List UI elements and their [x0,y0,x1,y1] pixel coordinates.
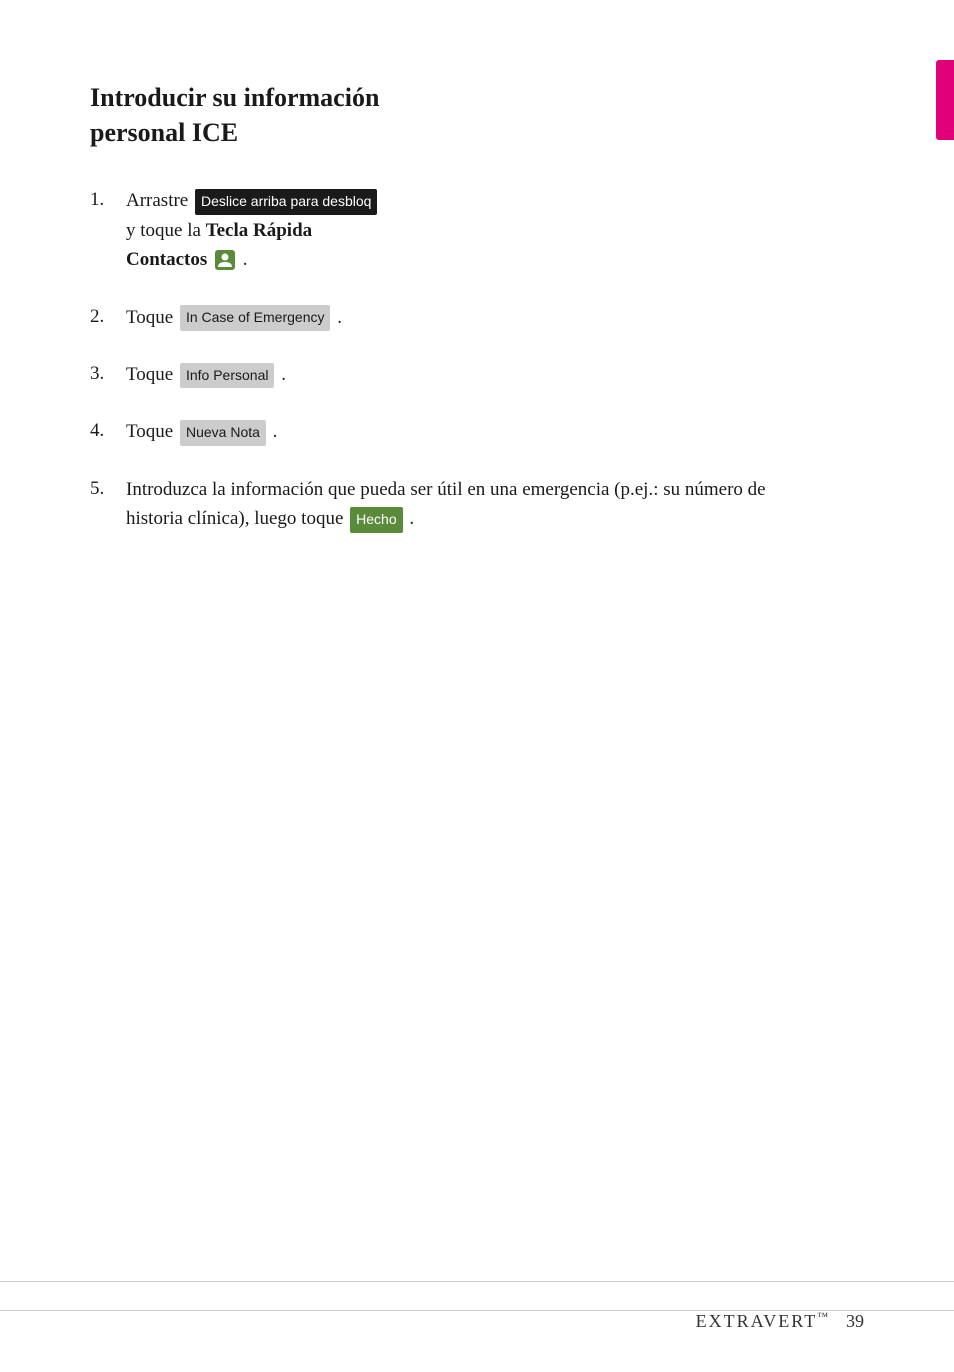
btn-ice: In Case of Emergency [180,305,331,331]
btn-info-personal: Info Personal [180,363,275,389]
btn-nueva-nota: Nueva Nota [180,420,266,446]
step-text-1: Arrastre Deslice arriba para desbloq y t… [126,186,770,274]
step-item-4: 4. Toque Nueva Nota . [90,417,770,446]
step-item-5: 5. Introduzca la información que pueda s… [90,475,770,534]
footer-line [0,1281,954,1282]
btn-hecho: Hecho [350,507,402,533]
footer: Extravert™ 39 [0,1310,954,1332]
footer-page-number: 39 [846,1311,864,1332]
step-item-1: 1. Arrastre Deslice arriba para desbloq … [90,186,770,274]
step2-text-after: . [337,307,342,328]
title-line2: personal ICE [90,118,238,147]
page-title: Introducir su información personal ICE [90,80,770,150]
step-text-2: Toque In Case of Emergency . [126,303,770,332]
step4-text-before: Toque [126,421,173,442]
side-tab [936,60,954,140]
step-number-5: 5. [90,475,126,504]
btn-desbloq: Deslice arriba para desbloq [195,189,377,215]
brand-name: Extravert [696,1311,818,1331]
step3-text-before: Toque [126,364,173,385]
step-item-3: 3. Toque Info Personal . [90,360,770,389]
step-number-1: 1. [90,186,126,215]
page-content: Introducir su información personal ICE 1… [0,0,860,622]
step1-period: . [243,249,248,270]
title-line1: Introducir su información [90,83,379,112]
step-text-4: Toque Nueva Nota . [126,417,770,446]
footer-brand: Extravert™ [696,1311,830,1332]
step-number-4: 4. [90,417,126,446]
step2-text-before: Toque [126,307,173,328]
step-item-2: 2. Toque In Case of Emergency . [90,303,770,332]
trademark: ™ [817,1311,830,1323]
step4-text-after: . [273,421,278,442]
step-text-3: Toque Info Personal . [126,360,770,389]
step-number-2: 2. [90,303,126,332]
step1-text-before: Arrastre [126,190,188,211]
steps-list: 1. Arrastre Deslice arriba para desbloq … [90,186,770,534]
step-text-5: Introduzca la información que pueda ser … [126,475,770,534]
step-number-3: 3. [90,360,126,389]
step5-text-after: . [409,508,414,529]
step3-text-after: . [281,364,286,385]
contacts-icon [214,249,236,271]
step5-text-full: Introduzca la información que pueda ser … [126,479,766,529]
